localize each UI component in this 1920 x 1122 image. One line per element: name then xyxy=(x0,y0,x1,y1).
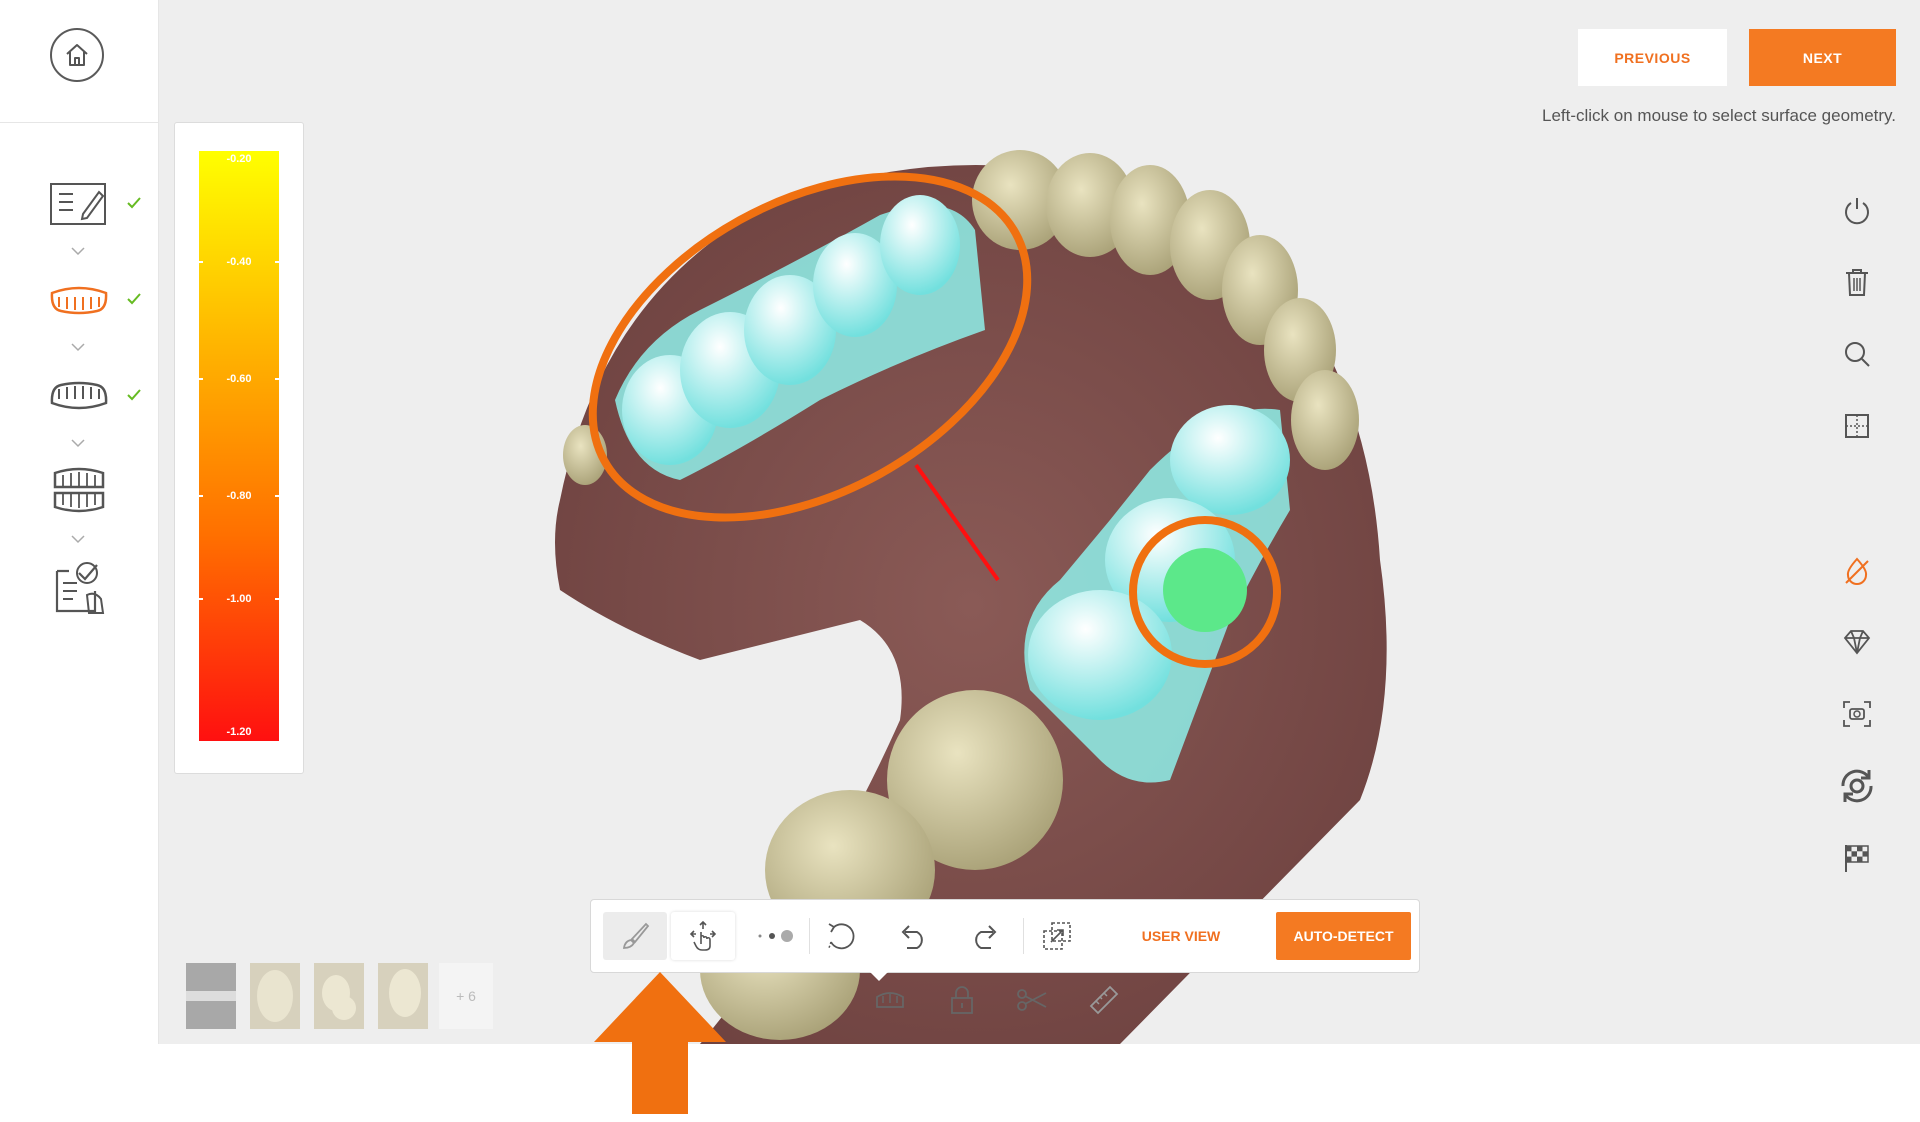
step-lower-jaw[interactable] xyxy=(44,368,114,424)
step-bite[interactable] xyxy=(44,462,114,518)
camera-capture-icon xyxy=(1843,701,1871,727)
more-thumbnails-button[interactable]: + 6 xyxy=(439,963,493,1029)
step-upper-jaw-check-icon xyxy=(127,293,141,305)
ruler-icon xyxy=(1089,985,1119,1015)
step-form[interactable] xyxy=(44,176,114,232)
undo-button[interactable] xyxy=(889,912,937,960)
quality-button[interactable] xyxy=(1836,621,1878,663)
touch-move-icon xyxy=(689,920,717,951)
edit-toolbar: USER VIEW AUTO-DETECT xyxy=(590,899,1420,981)
crop-icon xyxy=(1845,414,1869,438)
legend-label: -0.40 xyxy=(226,256,252,268)
color-scale-bar: -0.20 -0.40 -0.60 -0.80 -1.00 -1.20 xyxy=(195,151,283,741)
gem-icon xyxy=(1843,630,1871,655)
search-icon xyxy=(1845,342,1870,367)
legend-label: -0.20 xyxy=(226,153,252,165)
move-tool-button[interactable] xyxy=(671,912,735,960)
upper-jaw-icon xyxy=(50,286,108,315)
zoom-button[interactable] xyxy=(1836,333,1878,375)
lock-button[interactable] xyxy=(940,978,984,1022)
home-button[interactable] xyxy=(50,28,104,82)
chevron-down-icon xyxy=(71,247,85,256)
highlight-spot xyxy=(1163,548,1247,632)
sub-toolbar xyxy=(860,978,1140,1024)
legend-label: -0.80 xyxy=(226,490,252,502)
form-edit-icon xyxy=(50,183,106,225)
redo-icon xyxy=(975,925,997,949)
dot-size-icon xyxy=(758,930,793,942)
select-area-icon xyxy=(1043,922,1071,950)
lock-icon xyxy=(951,986,973,1014)
instruction-hint: Left-click on mouse to select surface ge… xyxy=(1541,106,1896,125)
sidebar xyxy=(0,0,159,1044)
deviation-legend: -0.20 -0.40 -0.60 -0.80 -1.00 -1.20 xyxy=(174,122,304,774)
previous-button[interactable]: PREVIOUS xyxy=(1578,29,1727,86)
power-button[interactable] xyxy=(1836,189,1878,231)
finish-button[interactable] xyxy=(1836,837,1878,879)
step-upper-jaw[interactable] xyxy=(44,272,114,328)
brush-icon xyxy=(622,922,650,949)
chevron-down-icon xyxy=(71,439,85,448)
auto-detect-button[interactable]: AUTO-DETECT xyxy=(1276,912,1411,960)
sidebar-divider xyxy=(0,122,158,123)
thumbnail-overview[interactable] xyxy=(186,963,236,1029)
rotate-settings-icon xyxy=(1841,769,1873,803)
next-button[interactable]: NEXT xyxy=(1749,29,1896,86)
screenshot-button[interactable] xyxy=(1836,693,1878,735)
lasso-icon xyxy=(828,923,855,950)
thumbnail-scan[interactable] xyxy=(250,963,300,1029)
lasso-tool-button[interactable] xyxy=(817,912,865,960)
legend-label: -1.20 xyxy=(226,726,252,738)
bite-icon xyxy=(53,467,105,513)
select-area-button[interactable] xyxy=(1033,912,1081,960)
user-view-button[interactable]: USER VIEW xyxy=(1119,912,1243,960)
legend-label: -0.60 xyxy=(226,373,252,385)
trash-icon xyxy=(1846,269,1868,296)
power-icon xyxy=(1845,198,1869,225)
measure-button[interactable] xyxy=(1082,978,1126,1022)
lower-jaw-icon xyxy=(50,381,108,410)
chevron-down-icon xyxy=(71,343,85,352)
annotation-arrow xyxy=(594,972,726,1114)
cut-button[interactable] xyxy=(1010,978,1054,1022)
thumbnail-scan[interactable] xyxy=(378,963,428,1029)
texture-toggle-button[interactable] xyxy=(1836,550,1878,592)
redo-button[interactable] xyxy=(961,912,1009,960)
dental-scan-model[interactable] xyxy=(159,0,1920,1044)
home-icon xyxy=(66,44,88,66)
brush-size-button[interactable] xyxy=(743,912,807,960)
jaw-tray-icon xyxy=(876,992,904,1008)
checkered-flag-icon xyxy=(1845,845,1869,872)
section-view-button[interactable] xyxy=(1836,405,1878,447)
step-form-check-icon xyxy=(127,197,141,209)
brush-tool-button[interactable] xyxy=(603,912,667,960)
delete-button[interactable] xyxy=(1836,261,1878,303)
auto-rotate-button[interactable] xyxy=(1836,765,1878,807)
thumbnail-scan[interactable] xyxy=(314,963,364,1029)
viewport-3d[interactable]: PREVIOUS NEXT Left-click on mouse to sel… xyxy=(159,0,1920,1044)
scissors-icon xyxy=(1017,989,1047,1011)
step-review[interactable] xyxy=(44,560,114,616)
undo-icon xyxy=(901,925,923,949)
step-lower-jaw-check-icon xyxy=(127,389,141,401)
no-color-icon xyxy=(1845,557,1869,585)
review-checklist-icon xyxy=(55,562,105,614)
legend-label: -1.00 xyxy=(226,593,252,605)
chevron-down-icon xyxy=(71,535,85,544)
jaw-tray-button[interactable] xyxy=(868,978,912,1022)
